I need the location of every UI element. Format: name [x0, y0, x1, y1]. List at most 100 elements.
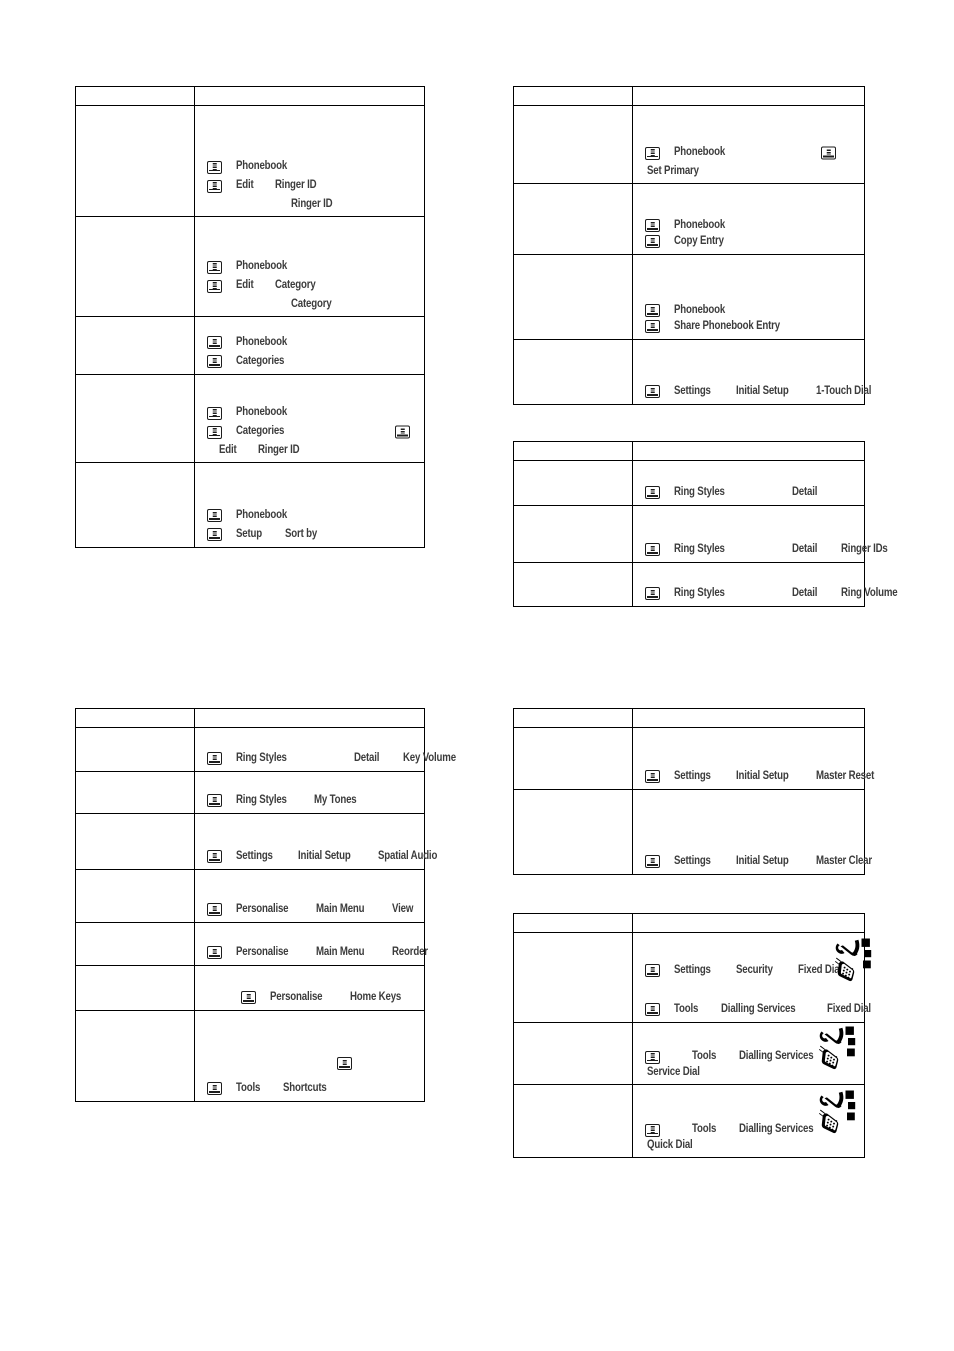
menu-path-line: Categories	[195, 425, 424, 439]
menu-path-label: Ring Styles	[236, 751, 287, 764]
feature-name-cell	[514, 563, 633, 606]
menu-path-label: Master Clear	[816, 854, 873, 867]
menu-path-label: Personalise	[236, 945, 289, 958]
menu-key-icon	[645, 587, 660, 600]
table-row: Tools Shortcuts	[76, 1011, 424, 1101]
feature-name-cell	[76, 923, 195, 965]
menu-key-icon	[207, 509, 222, 522]
menu-key-icon	[645, 146, 660, 160]
menu-path-label: Settings	[236, 849, 273, 862]
menu-path-line: Ring Styles Detail Key Volume	[195, 752, 466, 765]
menu-path-label: Ring Volume	[840, 586, 898, 599]
menu-key-icon	[207, 260, 222, 274]
menu-key-icon	[207, 752, 222, 765]
menu-path-cell: Ring Styles Detail Ringer IDs	[633, 506, 896, 562]
feature-name-cell	[514, 340, 633, 404]
table-row: Ring Styles Detail Ring Volume	[514, 563, 897, 606]
feature-name-cell	[514, 106, 633, 183]
menu-key-icon	[207, 425, 222, 439]
flip-phone-icon	[814, 1025, 858, 1071]
table-row: Ring Styles Detail Key Volume	[76, 728, 456, 772]
feature-name-cell	[514, 255, 633, 339]
menu-path-label: Detail	[792, 542, 818, 555]
table-header-row	[514, 709, 864, 728]
feature-name-cell	[514, 184, 633, 254]
menu-path-label: Category	[291, 297, 332, 310]
menu-reference-table: Settings Security Fixed Dial Tools Dialling …	[513, 913, 872, 1158]
menu-path-label: Ringer ID	[257, 443, 300, 456]
table-row: Ring Styles Detail Ringer IDs	[514, 506, 887, 563]
table-row: Phonebook Categories	[76, 317, 424, 375]
menu-path-label: Settings	[674, 854, 711, 867]
menu-path-cell: Settings Initial Setup Spatial Audio	[195, 814, 449, 869]
header-path-cell	[633, 87, 864, 105]
menu-key-icon	[207, 406, 222, 420]
menu-path-line: Share Phonebook Entry	[633, 320, 864, 333]
menu-path-label: Tools	[236, 1081, 261, 1094]
header-path-cell	[633, 442, 864, 460]
menu-key-icon	[207, 355, 222, 368]
menu-path-line: Phonebook	[195, 336, 424, 349]
menu-path-label: Phonebook	[674, 303, 726, 316]
feature-name-cell	[514, 1085, 633, 1157]
feature-name-cell	[76, 463, 195, 547]
menu-path-label: Ring Styles	[674, 485, 725, 498]
header-path-cell	[633, 709, 864, 727]
menu-path-label: Ring Styles	[236, 793, 287, 806]
menu-path-line: Ring Styles Detail	[633, 486, 864, 499]
menu-path-cell: Personalise Main Menu View	[195, 870, 424, 922]
menu-path-cell: Tools Dialling Services Quick Dial	[633, 1085, 864, 1157]
menu-path-label: Security	[735, 963, 773, 976]
menu-path-cell: Personalise Main Menu Reorder	[195, 923, 435, 965]
menu-key-icon	[645, 219, 660, 232]
menu-path-line: Personalise Main Menu View	[195, 903, 424, 916]
header-path-cell	[195, 709, 424, 727]
feature-name-cell	[76, 772, 195, 813]
header-feature-cell	[514, 914, 633, 932]
menu-path-label: Key Volume	[402, 751, 456, 764]
feature-name-cell	[76, 814, 195, 869]
menu-key-icon	[207, 1082, 222, 1095]
menu-path-label: Setup	[236, 527, 263, 540]
menu-path-label: Categories	[236, 425, 285, 438]
table-row: Tools Dialling Services Quick Dial	[514, 1085, 864, 1157]
menu-key-icon	[645, 1050, 660, 1064]
menu-path-cell: Tools Dialling Services Service Dial	[633, 1023, 864, 1084]
menu-path-cell: Settings Initial Setup Master Reset	[633, 728, 886, 789]
menu-path-line: Settings Initial Setup Master Clear	[633, 855, 883, 868]
menu-path-line: Edit Ringer ID	[195, 179, 424, 193]
menu-path-label: Main Menu	[316, 902, 365, 915]
menu-path-cell: Phonebook Share Phonebook Entry	[633, 255, 864, 339]
menu-path-line: Settings Initial Setup Master Reset	[633, 770, 886, 783]
menu-key-icon	[645, 770, 660, 783]
table-header-row	[76, 709, 424, 728]
menu-path-line: Set Primary	[633, 164, 864, 178]
menu-reference-table: Phonebook Set Primary Phonebook Copy Entry P…	[513, 86, 872, 405]
menu-path-cell: Ring Styles Detail Ring Volume	[633, 563, 908, 606]
menu-key-icon	[207, 794, 222, 807]
menu-key-icon	[207, 160, 222, 174]
menu-path-label: Phonebook	[236, 335, 288, 348]
menu-path-label: Master Reset	[816, 769, 875, 782]
menu-path-cell: Settings Initial Setup 1-Touch Dial	[633, 340, 882, 404]
menu-path-cell: Phonebook Categories	[195, 317, 424, 374]
menu-key-icon	[207, 279, 222, 293]
menu-path-line: Settings Initial Setup Spatial Audio	[195, 850, 449, 863]
menu-path-label: My Tones	[314, 793, 357, 806]
table-row: Ring Styles My Tones	[76, 772, 424, 814]
menu-key-icon	[645, 543, 660, 556]
feature-name-cell	[76, 1011, 195, 1101]
feature-name-cell	[76, 375, 195, 462]
menu-path-label: Share Phonebook Entry	[674, 319, 780, 332]
feature-name-cell	[514, 790, 633, 874]
menu-path-cell: Tools Shortcuts	[195, 1011, 424, 1101]
table-header-row	[514, 442, 864, 461]
menu-key-icon	[821, 146, 836, 160]
menu-path-label: Categories	[236, 354, 285, 367]
table-row: Settings Security Fixed Dial Tools Dialling …	[514, 933, 872, 1023]
menu-path-label: Main Menu	[316, 945, 365, 958]
menu-path-line: Ring Styles Detail Ring Volume	[633, 587, 908, 600]
menu-path-label: Fixed Dial	[827, 1002, 872, 1015]
menu-path-label: Set Primary	[647, 164, 699, 177]
menu-path-label: Tools	[692, 1123, 717, 1136]
